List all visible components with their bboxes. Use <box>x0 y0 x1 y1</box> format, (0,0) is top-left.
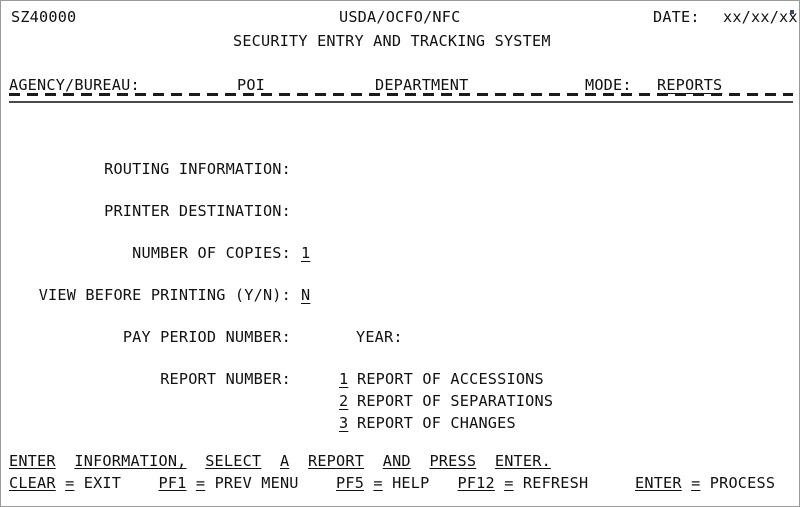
page-title: SECURITY ENTRY AND TRACKING SYSTEM <box>233 32 551 50</box>
year-label: YEAR: <box>356 328 403 346</box>
key-space <box>514 474 523 492</box>
function-key-clear[interactable]: CLEAR <box>9 474 56 492</box>
function-key-line: CLEAR = EXIT PF1 = PREV MENU PF5 = HELP … <box>9 473 775 493</box>
instruction-word: SELECT <box>205 452 262 470</box>
key-space <box>495 474 504 492</box>
function-key-pf12[interactable]: PF12 <box>458 474 495 492</box>
key-group-gap <box>299 474 336 492</box>
instruction-gap <box>187 452 206 470</box>
report-option-1-number[interactable]: 1 <box>339 369 348 389</box>
key-space <box>74 474 83 492</box>
instruction-word: INFORMATION, <box>74 452 187 470</box>
key-group-gap <box>121 474 158 492</box>
report-number-label: REPORT NUMBER: <box>160 370 291 388</box>
instruction-word: REPORT <box>308 452 365 470</box>
function-key-action: PROCESS <box>709 474 776 492</box>
key-group-gap <box>588 474 635 492</box>
date-value: xx/xx/xx <box>723 8 798 26</box>
instruction-word: ENTER <box>9 452 56 470</box>
key-equals-sign: = <box>65 474 75 492</box>
key-space <box>364 474 373 492</box>
pay-period-number-label: PAY PERIOD NUMBER: <box>122 328 291 346</box>
instruction-line: ENTER INFORMATION, SELECT A REPORT AND P… <box>9 451 551 471</box>
instruction-word: PRESS <box>429 452 477 470</box>
key-space <box>700 474 709 492</box>
report-option-1-label: REPORT OF ACCESSIONS <box>357 370 544 388</box>
department-label: DEPARTMENT <box>375 76 469 94</box>
instruction-word: AND <box>382 452 411 470</box>
screen-id: SZ40000 <box>11 8 77 26</box>
report-option-2-number[interactable]: 2 <box>339 391 348 411</box>
mode-label: MODE: <box>585 76 632 94</box>
view-before-printing-input[interactable]: N <box>301 285 310 305</box>
key-space <box>56 474 65 492</box>
instruction-word: ENTER. <box>494 452 551 470</box>
number-of-copies-input[interactable]: 1 <box>301 243 310 263</box>
function-key-pf5[interactable]: PF5 <box>336 474 364 492</box>
function-key-action: PREV MENU <box>214 474 299 492</box>
instruction-gap <box>411 452 430 470</box>
function-key-action: REFRESH <box>522 474 589 492</box>
function-key-action: EXIT <box>83 474 122 492</box>
report-option-2-label: REPORT OF SEPARATIONS <box>357 392 554 410</box>
function-key-pf1[interactable]: PF1 <box>159 474 187 492</box>
separator-rule <box>9 93 793 107</box>
instruction-gap <box>289 452 308 470</box>
printer-destination-label: PRINTER DESTINATION: <box>104 202 291 220</box>
instruction-word: A <box>279 452 290 470</box>
corner-mark-icon <box>790 10 794 14</box>
poi-label: POI <box>237 76 266 94</box>
key-space <box>383 474 392 492</box>
report-option-3-label: REPORT OF CHANGES <box>357 414 516 432</box>
separator-dashes <box>9 93 793 96</box>
number-of-copies-label: NUMBER OF COPIES: <box>132 244 291 262</box>
mode-value: REPORTS <box>657 76 723 94</box>
key-space <box>187 474 196 492</box>
instruction-gap <box>261 452 280 470</box>
report-option-3-number[interactable]: 3 <box>339 413 348 433</box>
instruction-gap <box>364 452 383 470</box>
view-before-printing-label: VIEW BEFORE PRINTING (Y/N): <box>38 286 291 304</box>
function-key-action: HELP <box>392 474 430 492</box>
separator-underline <box>9 101 793 103</box>
routing-information-label: ROUTING INFORMATION: <box>104 160 291 178</box>
function-key-enter[interactable]: ENTER <box>635 474 682 492</box>
instruction-gap <box>56 452 75 470</box>
key-group-gap <box>429 474 457 492</box>
key-space <box>205 474 214 492</box>
key-equals-sign: = <box>373 474 383 492</box>
key-equals-sign: = <box>195 474 206 492</box>
key-space <box>682 474 691 492</box>
terminal-screen: SZ40000 USDA/OCFO/NFC SECURITY ENTRY AND… <box>0 0 800 507</box>
instruction-gap <box>476 452 495 470</box>
agency-bureau-label: AGENCY/BUREAU: <box>9 76 140 94</box>
system-owner: USDA/OCFO/NFC <box>339 8 461 26</box>
date-label: DATE: <box>653 8 700 26</box>
key-equals-sign: = <box>504 474 514 492</box>
